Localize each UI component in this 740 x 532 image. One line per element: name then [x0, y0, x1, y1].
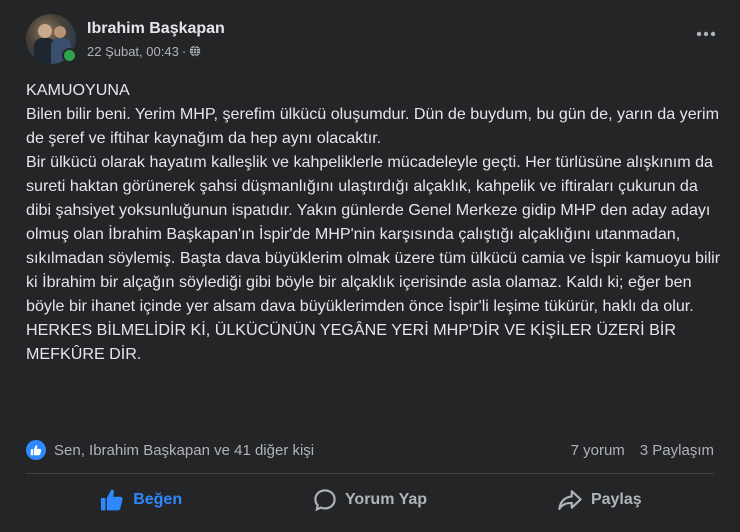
action-bar: Beğen Yorum Yap Paylaş — [26, 478, 714, 522]
divider — [26, 473, 714, 474]
share-button[interactable]: Paylaş — [485, 478, 714, 522]
post-body: KAMUOYUNA Bilen bilir beni. Yerim MHP, ş… — [26, 78, 726, 366]
engagement-counts: 7 yorum 3 Paylaşım — [556, 442, 714, 459]
like-button[interactable]: Beğen — [26, 478, 255, 522]
author-name[interactable]: Ibrahim Başkapan — [87, 20, 225, 38]
reactions-text: Sen, Ibrahim Başkapan ve 41 diğer kişi — [54, 441, 315, 459]
facebook-post: Ibrahim Başkapan 22 Şubat, 00:43 · KAMUO… — [0, 0, 740, 532]
share-icon — [558, 490, 582, 510]
comment-icon — [314, 489, 336, 512]
comment-count[interactable]: 7 yorum — [571, 442, 625, 459]
reactions-summary[interactable]: Sen, Ibrahim Başkapan ve 41 diğer kişi — [26, 440, 314, 460]
post-meta: Ibrahim Başkapan 22 Şubat, 00:43 · — [87, 20, 225, 59]
post-line: Bilen bilir beni. Yerim MHP, şerefim ülk… — [26, 105, 719, 147]
more-horizontal-icon — [696, 31, 716, 37]
post-line: HERKES BİLMELİDİR Kİ, ÜLKÜCÜNÜN YEGÂNE Y… — [26, 321, 676, 363]
post-stats: Sen, Ibrahim Başkapan ve 41 diğer kişi 7… — [26, 438, 714, 462]
thumbs-up-icon — [101, 489, 123, 511]
post-header: Ibrahim Başkapan 22 Şubat, 00:43 · — [26, 14, 225, 64]
like-label: Beğen — [133, 491, 183, 508]
post-timestamp[interactable]: 22 Şubat, 00:43 — [87, 44, 179, 59]
post-line: KAMUOYUNA — [26, 81, 130, 99]
post-line: Bir ülkücü olarak hayatım kalleşlik ve k… — [26, 153, 721, 315]
separator-dot: · — [181, 43, 187, 59]
comment-label: Yorum Yap — [344, 491, 428, 508]
more-options-button[interactable] — [694, 22, 718, 46]
share-count[interactable]: 3 Paylaşım — [640, 442, 714, 459]
like-reaction-icon — [26, 440, 46, 460]
comment-button[interactable]: Yorum Yap — [255, 478, 484, 522]
share-label: Paylaş — [590, 491, 642, 508]
post-subline: 22 Şubat, 00:43 · — [87, 44, 225, 59]
online-status-dot — [62, 48, 77, 63]
avatar[interactable] — [26, 14, 77, 64]
globe-icon[interactable] — [189, 45, 201, 57]
